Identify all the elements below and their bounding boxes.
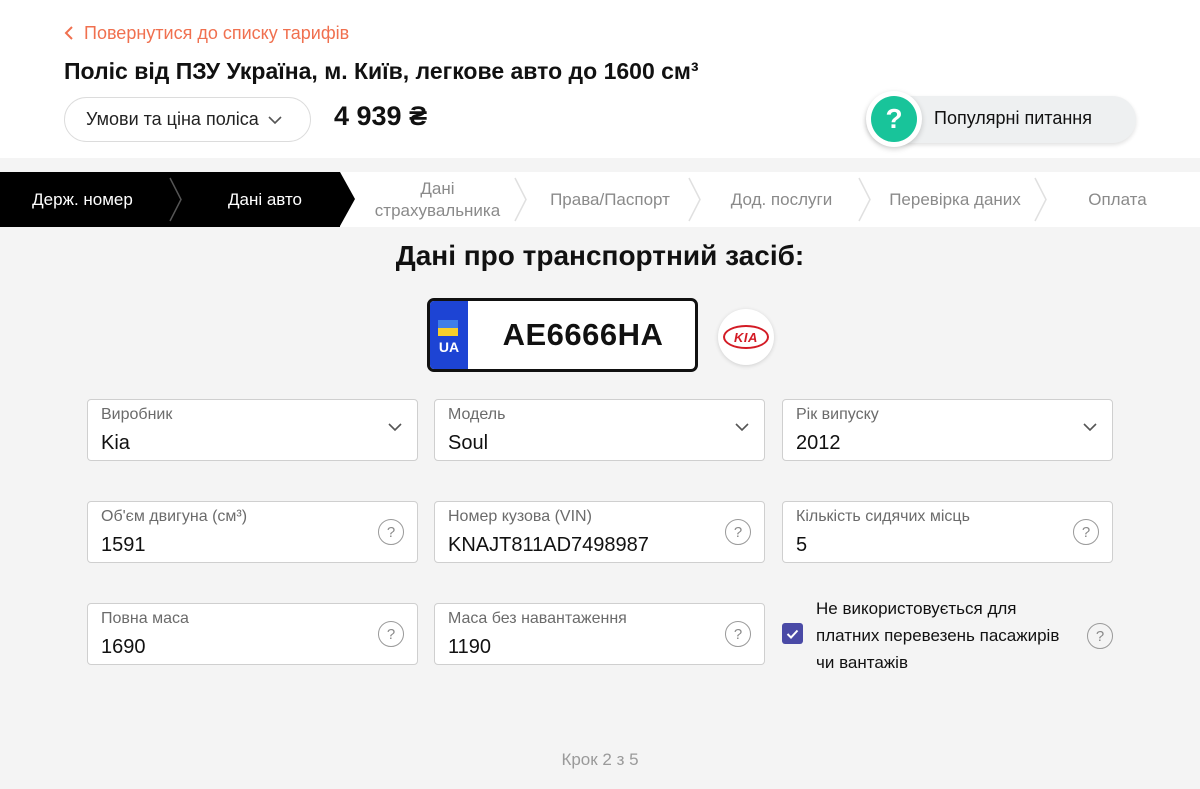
policy-title: Поліс від ПЗУ Україна, м. Київ, легкове … xyxy=(64,58,699,84)
vin-label: Номер кузова (VIN) xyxy=(448,508,592,525)
seats-value: 5 xyxy=(796,534,808,556)
vin-value: KNAJT811AD7498987 xyxy=(448,534,649,556)
model-label: Модель xyxy=(448,406,506,423)
step-counter: Крок 2 з 5 xyxy=(561,750,639,769)
gross-mass-label: Повна маса xyxy=(101,610,189,627)
license-plate: UA AE6666HA xyxy=(427,298,698,372)
step-insurer-data[interactable]: Дані страхувальника xyxy=(360,172,515,227)
year-select[interactable]: Рік випуску 2012 xyxy=(782,399,1113,461)
seats-label: Кількість сидячих місць xyxy=(796,508,970,525)
step-car-data[interactable]: Дані авто xyxy=(185,172,345,227)
manufacturer-value: Kia xyxy=(101,432,130,454)
back-to-tariffs-link[interactable]: Повернутися до списку тарифів xyxy=(64,20,349,46)
progress-stepper: Держ. номер Дані авто Дані страхувальник… xyxy=(0,172,1200,227)
back-link-label: Повернутися до списку тарифів xyxy=(84,22,350,43)
popular-questions-label: Популярні питання xyxy=(934,108,1092,128)
help-icon[interactable]: ? xyxy=(1087,623,1113,649)
curb-mass-value: 1190 xyxy=(448,636,492,658)
curb-mass-label: Маса без навантаження xyxy=(448,610,627,627)
commercial-use-checkbox[interactable] xyxy=(782,623,803,644)
ukraine-flag-icon xyxy=(438,320,458,328)
help-icon[interactable]: ? xyxy=(1073,519,1099,545)
question-icon: ? xyxy=(866,91,922,147)
step-separator xyxy=(858,177,871,222)
help-icon[interactable]: ? xyxy=(378,621,404,647)
manufacturer-select[interactable]: Виробник Kia xyxy=(87,399,418,461)
model-value: Soul xyxy=(448,432,489,454)
seats-field[interactable]: Кількість сидячих місць 5 ? xyxy=(782,501,1113,563)
step-separator xyxy=(169,177,182,222)
plate-number: AE6666HA xyxy=(502,317,664,352)
gross-mass-value: 1690 xyxy=(101,636,146,658)
chevron-down-icon xyxy=(735,423,749,432)
step-separator xyxy=(514,177,527,222)
policy-price: 4 939 ₴ xyxy=(334,101,428,131)
chevron-down-icon xyxy=(1083,423,1097,432)
step-extra-services[interactable]: Дод. послуги xyxy=(704,172,859,227)
vehicle-section-title: Дані про транспортний засіб: xyxy=(395,240,805,271)
gross-mass-field[interactable]: Повна маса 1690 ? xyxy=(87,603,418,665)
model-select[interactable]: Модель Soul xyxy=(434,399,765,461)
step-data-check[interactable]: Перевірка даних xyxy=(874,172,1036,227)
help-icon[interactable]: ? xyxy=(378,519,404,545)
chevron-down-icon xyxy=(268,115,282,124)
year-value: 2012 xyxy=(796,432,841,454)
vin-field[interactable]: Номер кузова (VIN) KNAJT811AD7498987 ? xyxy=(434,501,765,563)
manufacturer-label: Виробник xyxy=(101,406,173,423)
step-separator xyxy=(688,177,701,222)
policy-terms-label: Умови та ціна поліса xyxy=(86,109,259,129)
help-icon[interactable]: ? xyxy=(725,621,751,647)
kia-logo-icon: KIA xyxy=(718,309,774,365)
plate-country-code: UA xyxy=(438,339,460,355)
commercial-use-label: Не використовується для платних перевезе… xyxy=(816,599,1060,672)
engine-volume-field[interactable]: Об'єм двигуна (см³) 1591 ? xyxy=(87,501,418,563)
chevron-down-icon xyxy=(388,423,402,432)
step-plate-number[interactable]: Держ. номер xyxy=(0,172,165,227)
engine-volume-label: Об'єм двигуна (см³) xyxy=(101,508,248,525)
engine-volume-value: 1591 xyxy=(101,534,146,556)
policy-terms-button[interactable]: Умови та ціна поліса xyxy=(64,97,311,142)
step-payment[interactable]: Оплата xyxy=(1050,172,1185,227)
year-label: Рік випуску xyxy=(796,406,879,423)
popular-questions-button[interactable]: ? Популярні питання xyxy=(866,91,1136,147)
chevron-left-icon xyxy=(64,26,73,40)
header-area: Повернутися до списку тарифів Поліс від … xyxy=(0,0,1200,158)
help-icon[interactable]: ? xyxy=(725,519,751,545)
checkmark-icon xyxy=(786,629,799,639)
step-license-passport[interactable]: Права/Паспорт xyxy=(530,172,690,227)
curb-mass-field[interactable]: Маса без навантаження 1190 ? xyxy=(434,603,765,665)
step-separator xyxy=(1034,177,1047,222)
